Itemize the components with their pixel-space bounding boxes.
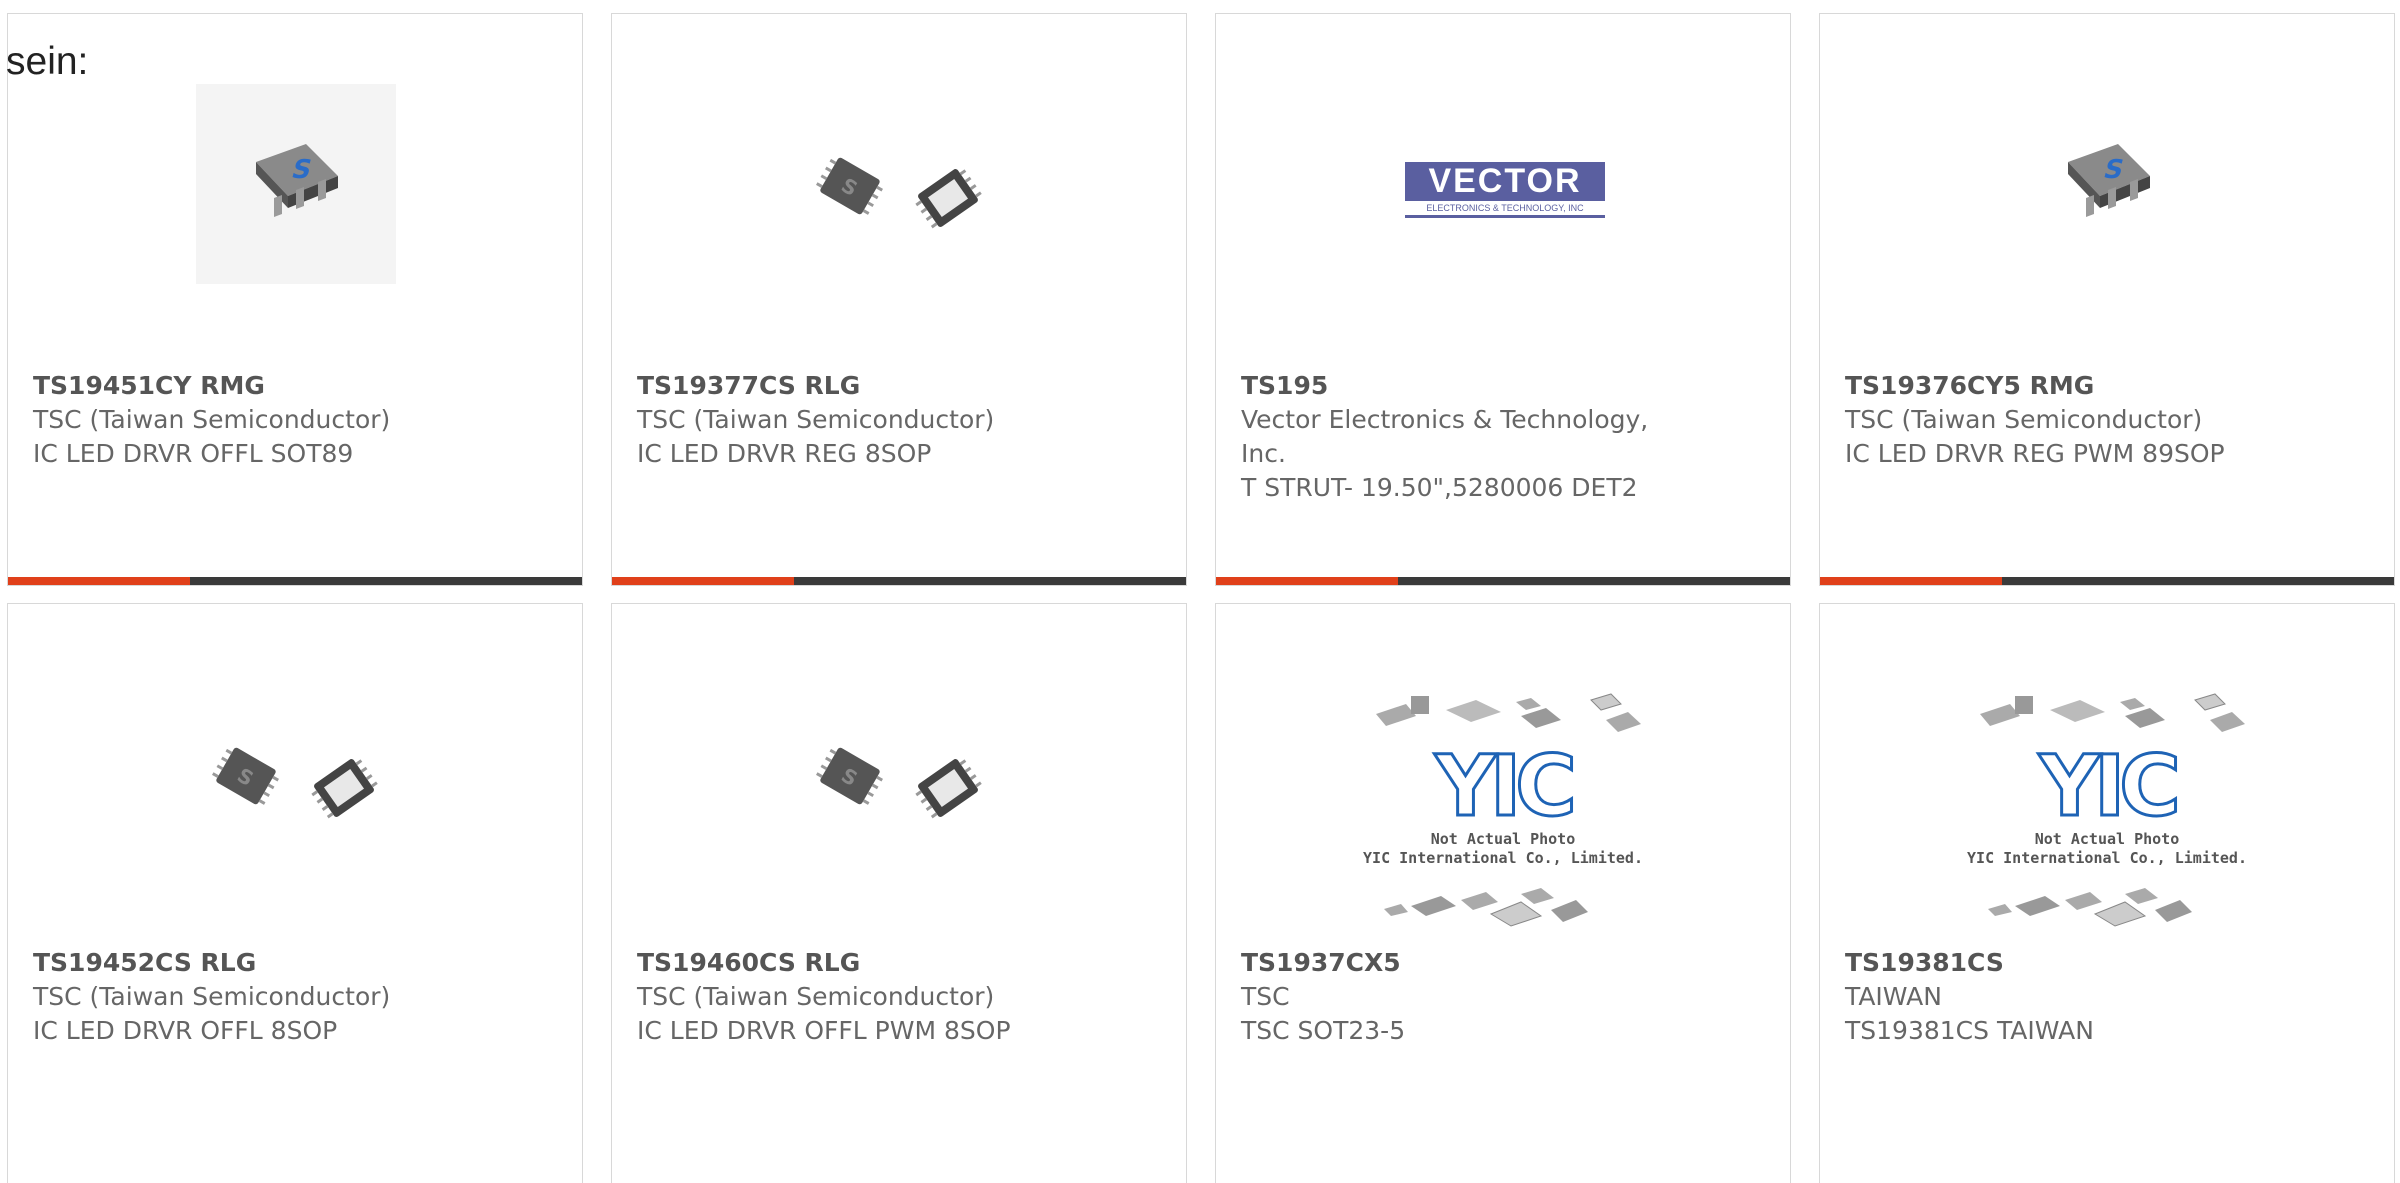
product-card[interactable]: S TS19460CS RLG TSC (Taiwan Semiconducto… <box>611 603 1187 1183</box>
card-bar-accent <box>1216 577 1398 585</box>
product-card[interactable]: YIC Not Actual Photo YIC International C… <box>1215 603 1791 1183</box>
card-bar-accent <box>612 577 794 585</box>
product-image[interactable]: YIC Not Actual Photo YIC International C… <box>1820 604 2394 934</box>
yic-placeholder-icon: YIC <box>2038 737 2183 835</box>
description: IC LED DRVR REG 8SOP <box>637 439 932 468</box>
manufacturer: Vector Electronics & Technology, Inc. <box>1241 405 1649 468</box>
card-bar <box>1820 577 2394 585</box>
top-text: sein: <box>6 40 89 83</box>
description: TSC SOT23-5 <box>1241 1016 1406 1045</box>
description: IC LED DRVR REG PWM 89SOP <box>1845 439 2225 468</box>
product-image[interactable]: VECTOR ELECTRONICS & TECHNOLOGY, INC <box>1216 14 1790 344</box>
manufacturer: TAIWAN <box>1845 982 1942 1011</box>
manufacturer: TSC (Taiwan Semiconductor) <box>637 405 995 434</box>
vector-logo: VECTOR ELECTRONICS & TECHNOLOGY, INC <box>1405 162 1605 218</box>
manufacturer: TSC (Taiwan Semiconductor) <box>33 982 391 1011</box>
description: IC LED DRVR OFFL PWM 8SOP <box>637 1016 1011 1045</box>
vector-logo-subtext: ELECTRONICS & TECHNOLOGY, INC <box>1405 201 1605 215</box>
product-image[interactable]: S <box>612 14 1186 344</box>
part-number[interactable]: TS19451CY RMG <box>33 369 553 403</box>
sot89-chip-icon: S <box>2068 144 2150 217</box>
card-bar-accent <box>8 577 190 585</box>
product-card[interactable]: S TS19377CS RLG TSC (Taiwan Semiconducto… <box>611 13 1187 586</box>
card-bar <box>612 577 1186 585</box>
sop8-chips-icon: S <box>816 747 982 819</box>
card-bar <box>1216 577 1790 585</box>
product-card[interactable]: YIC Not Actual Photo YIC International C… <box>1819 603 2395 1183</box>
part-number[interactable]: TS19452CS RLG <box>33 946 553 980</box>
card-bar-accent <box>1820 577 2002 585</box>
part-number[interactable]: TS1937CX5 <box>1241 946 1761 980</box>
product-image[interactable]: S <box>612 604 1186 934</box>
product-image[interactable]: S <box>8 14 582 344</box>
part-number[interactable]: TS19460CS RLG <box>637 946 1157 980</box>
product-card[interactable]: S TS19451CY RMG TSC (Taiwan Semiconducto… <box>7 13 583 586</box>
yic-placeholder-icon: YIC <box>1434 737 1579 835</box>
sot89-chip-icon: S <box>196 84 396 284</box>
sop8-chips-icon: S <box>212 747 378 819</box>
product-image[interactable]: S <box>8 604 582 934</box>
part-number[interactable]: TS195 <box>1241 369 1761 403</box>
product-card[interactable]: S TS19452CS RLG TSC (Taiwan Semiconducto… <box>7 603 583 1183</box>
part-number[interactable]: TS19381CS <box>1845 946 2365 980</box>
manufacturer: TSC (Taiwan Semiconductor) <box>1845 405 2203 434</box>
manufacturer: TSC (Taiwan Semiconductor) <box>637 982 995 1011</box>
manufacturer: TSC <box>1241 982 1290 1011</box>
sop8-chips-icon: S <box>816 157 982 229</box>
description: IC LED DRVR OFFL 8SOP <box>33 1016 338 1045</box>
description: T STRUT- 19.50",5280006 DET2 <box>1241 473 1638 502</box>
description: TS19381CS TAIWAN <box>1845 1016 2094 1045</box>
product-image[interactable]: YIC Not Actual Photo YIC International C… <box>1216 604 1790 934</box>
part-number[interactable]: TS19377CS RLG <box>637 369 1157 403</box>
image-caption: Not Actual Photo YIC International Co., … <box>1363 830 1643 867</box>
product-card[interactable]: S TS19376CY5 RMG TSC (Taiwan Semiconduct… <box>1819 13 2395 586</box>
vector-logo-text: VECTOR <box>1428 162 1582 200</box>
manufacturer: TSC (Taiwan Semiconductor) <box>33 405 391 434</box>
card-bar <box>8 577 582 585</box>
product-card[interactable]: VECTOR ELECTRONICS & TECHNOLOGY, INC TS1… <box>1215 13 1791 586</box>
product-image[interactable]: S <box>1820 14 2394 344</box>
part-number[interactable]: TS19376CY5 RMG <box>1845 369 2365 403</box>
image-caption: Not Actual Photo YIC International Co., … <box>1967 830 2247 867</box>
description: IC LED DRVR OFFL SOT89 <box>33 439 354 468</box>
